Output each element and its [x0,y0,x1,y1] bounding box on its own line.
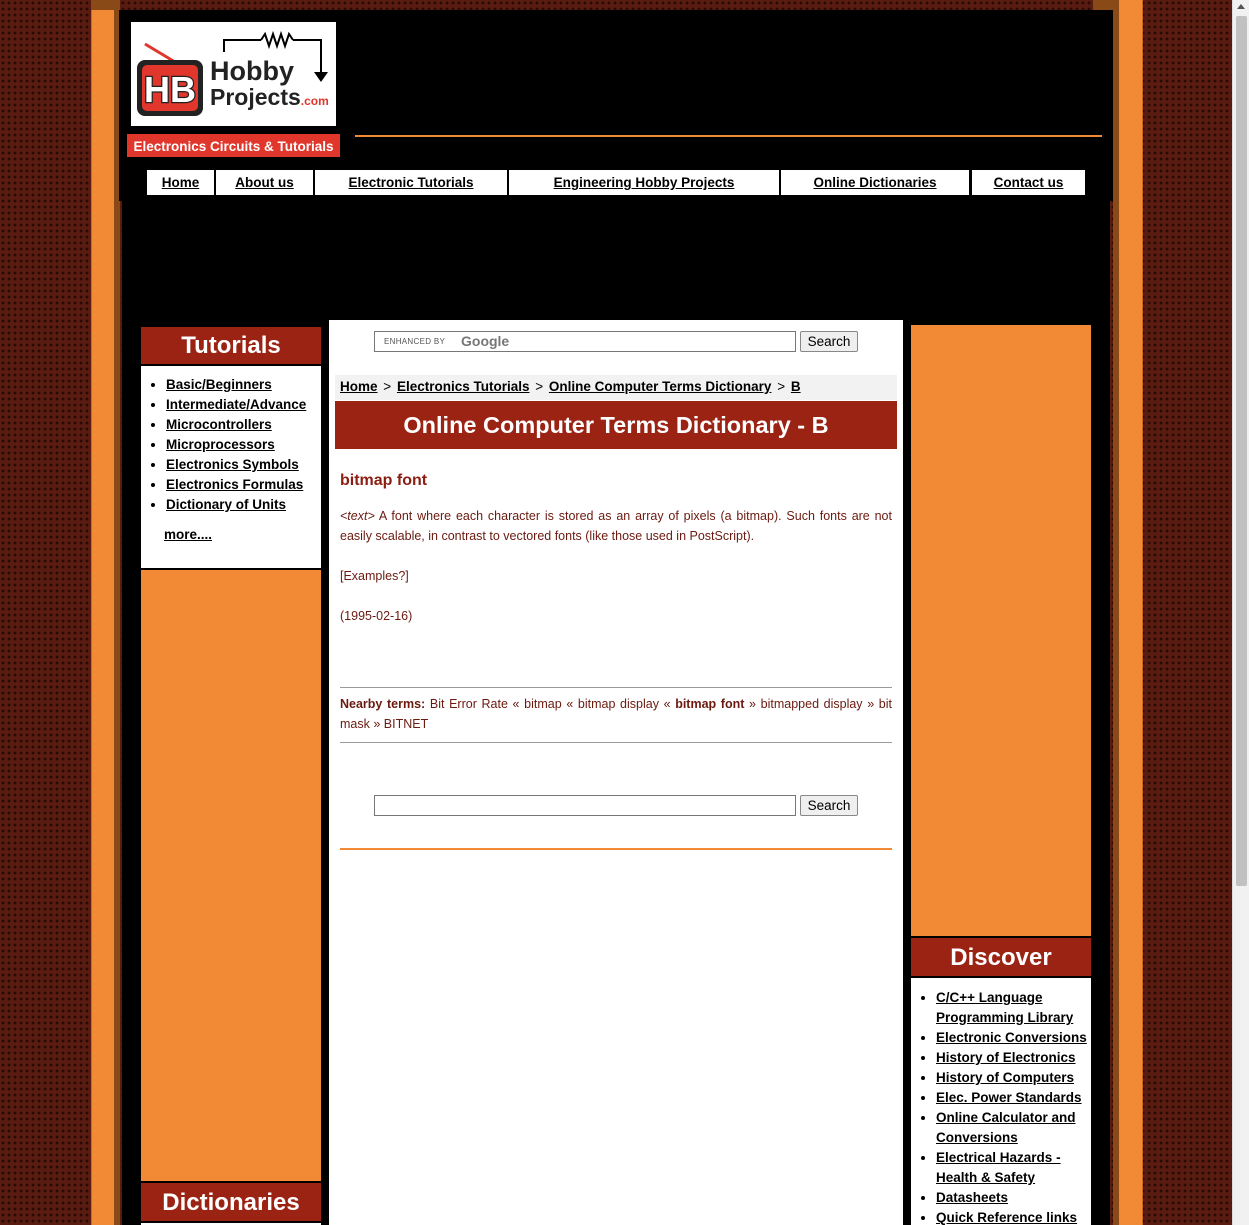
list-item[interactable]: Electronic Conversions [936,1028,1091,1048]
right-sidebar-ad [911,325,1091,936]
nearby-term-current: bitmap font [675,697,745,711]
frame-cap-right [1093,0,1119,10]
nearby-term[interactable]: bitmap display [578,697,659,711]
breadcrumb-dictionary[interactable]: Online Computer Terms Dictionary [549,379,772,394]
list-item[interactable]: Elec. Power Standards [936,1088,1091,1108]
nav-about-us[interactable]: About us [216,170,313,195]
nav-online-dictionaries[interactable]: Online Dictionaries [781,170,969,195]
scroll-up-arrow-icon[interactable] [1237,4,1245,9]
list-item[interactable]: History of Electronics [936,1048,1091,1068]
list-item[interactable]: Basic/Beginners [166,375,321,395]
list-item[interactable]: Electrical Hazards - Health & Safety [936,1148,1091,1188]
list-item[interactable]: Microprocessors [166,435,321,455]
tutorials-heading: Tutorials [141,325,321,366]
dictionaries-heading: Dictionaries [141,1181,321,1223]
tutorials-list: Basic/Beginners Intermediate/Advance Mic… [141,366,321,568]
list-item[interactable]: Electronics Formulas [166,475,321,495]
page-scrollbar[interactable] [1232,0,1249,1225]
tutorials-more-link[interactable]: more.... [164,527,212,542]
scrollbar-thumb[interactable] [1236,16,1247,886]
nav-engineering-hobby-projects[interactable]: Engineering Hobby Projects [509,170,779,195]
breadcrumb-electronics-tutorials[interactable]: Electronics Tutorials [397,379,530,394]
bottom-search-form: Search [374,795,858,817]
nearby-term[interactable]: bitmap [524,697,562,711]
divider [340,742,892,743]
site-logo[interactable]: HB Hobby Projects.com [131,22,336,126]
search-input[interactable]: ENHANCED BY Google [374,331,796,352]
list-item[interactable]: Intermediate/Advance [166,395,321,415]
logo-monogram: HB [144,69,196,110]
discover-list: C/C++ Language Programming Library Elect… [911,978,1091,1225]
left-sidebar-ad [141,570,321,1181]
breadcrumb-letter-b[interactable]: B [791,379,801,394]
category-tag: <text> [340,509,375,523]
list-item[interactable]: Electronics Symbols [166,455,321,475]
main-nav: Home About us Electronic Tutorials Engin… [119,165,1113,201]
nearby-term[interactable]: Bit Error Rate [430,697,508,711]
page-title: Online Computer Terms Dictionary - B [335,401,897,449]
page-frame-right-inner [1113,0,1119,1225]
search-button[interactable]: Search [800,331,858,352]
orange-divider [340,848,892,850]
list-item[interactable]: Online Calculator and Conversions [936,1108,1091,1148]
header-divider [355,135,1102,137]
ad-banner-area [122,201,1110,321]
site-tagline: Electronics Circuits & Tutorials [126,133,341,158]
frame-cap-left [91,0,119,10]
logo-word-hobby: Hobby [210,56,294,86]
term-definition: <text> A font where each character is st… [340,509,892,543]
search-brand-label: ENHANCED BY [384,337,446,346]
breadcrumb: Home > Electronics Tutorials > Online Co… [335,375,897,400]
list-item[interactable]: Quick Reference links [936,1208,1091,1225]
breadcrumb-separator: > [535,379,544,394]
discover-heading: Discover [911,936,1091,978]
list-item[interactable]: Datasheets [936,1188,1091,1208]
term-date: (1995-02-16) [340,609,413,623]
nearby-terms: Nearby terms: Bit Error Rate « bitmap « … [340,697,892,731]
breadcrumb-home[interactable]: Home [340,379,378,394]
bottom-search-button[interactable]: Search [800,795,858,816]
nearby-term[interactable]: BITNET [384,717,428,731]
logo-word-projects: Projects.com [210,84,329,110]
term-heading: bitmap font [340,472,428,489]
nav-home[interactable]: Home [147,170,214,195]
examples-note: [Examples?] [340,569,409,583]
breadcrumb-separator: > [777,379,786,394]
nav-contact-us[interactable]: Contact us [972,170,1085,195]
bottom-search-input[interactable] [374,795,796,816]
breadcrumb-separator: > [383,379,392,394]
top-search-form: ENHANCED BY Google Search [374,331,858,353]
divider [340,687,892,688]
list-item[interactable]: C/C++ Language Programming Library [936,988,1091,1028]
main-content: ENHANCED BY Google Search Home > Electro… [329,320,903,1225]
list-item[interactable]: Microcontrollers [166,415,321,435]
google-wordmark: Google [461,333,510,349]
nav-electronic-tutorials[interactable]: Electronic Tutorials [315,170,507,195]
site-header: HB Hobby Projects.com Electronics Circui… [119,10,1113,165]
nearby-term[interactable]: bitmapped display [761,697,863,711]
list-item[interactable]: Dictionary of Units [166,495,321,515]
list-item[interactable]: History of Computers [936,1068,1091,1088]
